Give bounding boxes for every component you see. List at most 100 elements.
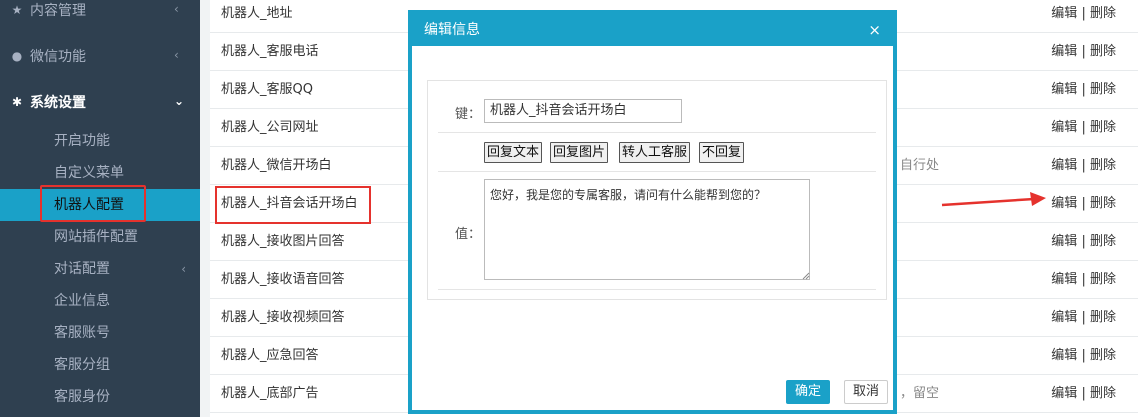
edit-link[interactable]: 编辑 [1051,158,1077,173]
row-key: 机器人_公司网址 [221,120,319,135]
row-key: 机器人_客服电话 [221,44,319,59]
action-separator: | [1081,272,1086,287]
row-key: 机器人_接收视频回答 [221,310,345,325]
delete-link[interactable]: 删除 [1090,234,1116,249]
delete-link[interactable]: 删除 [1090,348,1116,363]
sidebar-group-wechat[interactable]: ● 微信功能 ‹ [0,34,200,78]
chevron-left-icon: ‹ [181,262,186,276]
transfer-agent-button[interactable]: 转人工客服 [619,142,691,163]
action-separator: | [1081,158,1086,173]
sidebar-item-label: 自定义菜单 [54,165,124,181]
row-actions: 编辑 | 删除 [1051,375,1116,413]
edit-link[interactable]: 编辑 [1051,82,1077,97]
resize-handle-icon[interactable] [802,272,810,280]
action-separator: | [1081,6,1086,21]
edit-link[interactable]: 编辑 [1051,6,1077,21]
sidebar-item-enable-features[interactable]: 开启功能 [0,125,200,157]
delete-link[interactable]: 删除 [1090,310,1116,325]
sidebar-item-company-info[interactable]: 企业信息 [0,285,200,317]
action-separator: | [1081,310,1086,325]
dialog-title: 编辑信息 [424,22,480,38]
cancel-button[interactable]: 取消 [844,380,888,404]
dialog-header: 编辑信息 × [412,14,893,46]
key-label: 键： [455,107,482,122]
row-value-preview: ，留空 [900,386,940,401]
divider [438,289,876,290]
sidebar-highlight-annotation [40,185,146,222]
action-separator: | [1081,196,1086,211]
reply-text-button[interactable]: 回复文本 [484,142,543,163]
delete-link[interactable]: 删除 [1090,386,1116,401]
red-arrow-annotation [941,192,1046,207]
row-value-preview: 自行处 [900,158,940,173]
sidebar-item-label: 网站插件配置 [54,229,138,245]
value-label: 值： [455,227,482,242]
row-actions: 编辑 | 删除 [1051,299,1116,337]
value-textarea[interactable]: 您好，我是您的专属客服，请问有什么能帮到您的？ [484,179,810,280]
edit-link[interactable]: 编辑 [1051,272,1077,287]
row-actions: 编辑 | 删除 [1051,0,1116,33]
row-highlight-annotation [215,186,371,224]
reply-image-button[interactable]: 回复图片 [550,142,609,163]
divider [438,171,876,172]
divider [438,132,876,133]
sidebar-group-label: 系统设置 [30,95,86,111]
row-actions: 编辑 | 删除 [1051,185,1116,223]
edit-link[interactable]: 编辑 [1051,310,1077,325]
row-key: 机器人_应急回答 [221,348,319,363]
edit-dialog: 编辑信息 × 键： 机器人_抖音会话开场白 回复文本 回复图片 转人工客服 不回… [408,10,897,414]
row-key: 机器人_客服QQ [221,82,313,97]
sidebar-item-label: 企业信息 [54,293,110,309]
sidebar-item-agent-accounts[interactable]: 客服账号 [0,317,200,349]
row-actions: 编辑 | 删除 [1051,109,1116,147]
row-actions: 编辑 | 删除 [1051,33,1116,71]
chevron-left-icon: ‹ [174,2,179,16]
confirm-button[interactable]: 确定 [786,380,830,404]
chevron-left-icon: ‹ [174,48,179,62]
row-key: 机器人_接收图片回答 [221,234,345,249]
gear-icon: ✱ [11,95,23,109]
sidebar-group-system[interactable]: ✱ 系统设置 ⌄ [0,80,200,124]
delete-link[interactable]: 删除 [1090,272,1116,287]
sidebar-item-dialog-config[interactable]: 对话配置 ‹ [0,253,200,285]
action-separator: | [1081,386,1086,401]
sidebar-item-label: 客服分组 [54,357,110,373]
edit-link[interactable]: 编辑 [1051,234,1077,249]
key-input[interactable]: 机器人_抖音会话开场白 [484,99,682,123]
sidebar-item-agent-groups[interactable]: 客服分组 [0,349,200,381]
delete-link[interactable]: 删除 [1090,6,1116,21]
row-key: 机器人_微信开场白 [221,158,332,173]
action-separator: | [1081,348,1086,363]
delete-link[interactable]: 删除 [1090,120,1116,135]
chevron-down-icon: ⌄ [174,94,185,108]
sidebar-group-content[interactable]: ★ 内容管理 ‹ [0,0,200,32]
wechat-icon: ● [11,49,23,63]
delete-link[interactable]: 删除 [1090,44,1116,59]
row-key: 机器人_地址 [221,6,293,21]
sidebar-item-site-plugin[interactable]: 网站插件配置 [0,221,200,253]
row-actions: 编辑 | 删除 [1051,337,1116,375]
sidebar-item-label: 开启功能 [54,133,110,149]
no-reply-button[interactable]: 不回复 [699,142,745,163]
action-separator: | [1081,82,1086,97]
row-actions: 编辑 | 删除 [1051,261,1116,299]
star-icon: ★ [11,3,23,17]
edit-link[interactable]: 编辑 [1051,196,1077,211]
sidebar-group-label: 微信功能 [30,49,86,65]
edit-link[interactable]: 编辑 [1051,44,1077,59]
action-separator: | [1081,120,1086,135]
edit-link[interactable]: 编辑 [1051,386,1077,401]
close-icon[interactable]: × [868,14,881,46]
delete-link[interactable]: 删除 [1090,158,1116,173]
sidebar-item-label: 客服账号 [54,325,110,341]
edit-link[interactable]: 编辑 [1051,120,1077,135]
delete-link[interactable]: 删除 [1090,196,1116,211]
dialog-form: 键： 机器人_抖音会话开场白 回复文本 回复图片 转人工客服 不回复 值： 您好… [427,80,887,300]
action-separator: | [1081,44,1086,59]
edit-link[interactable]: 编辑 [1051,348,1077,363]
sidebar-item-agent-roles[interactable]: 客服身份 [0,381,200,413]
sidebar-item-label: 对话配置 [54,261,110,277]
row-actions: 编辑 | 删除 [1051,147,1116,185]
delete-link[interactable]: 删除 [1090,82,1116,97]
sidebar-item-label: 客服身份 [54,389,110,405]
